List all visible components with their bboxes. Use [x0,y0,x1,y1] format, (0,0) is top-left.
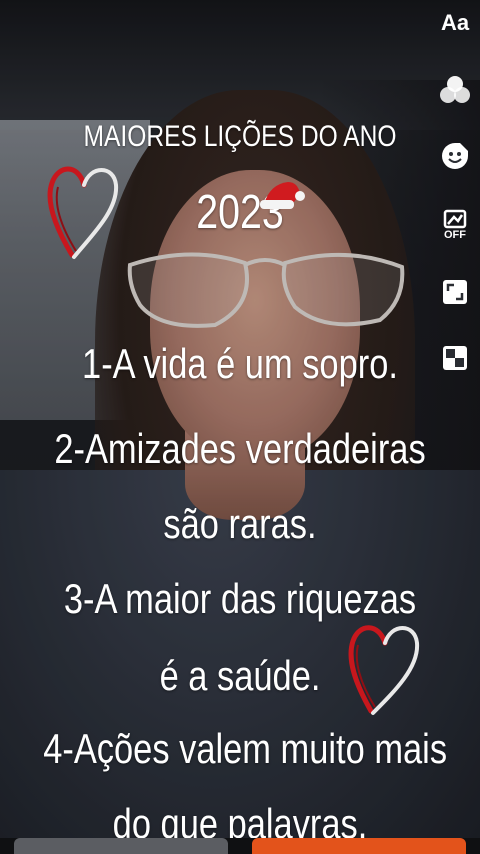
text-tool-label: Aa [440,10,470,35]
sparkle-icon [443,209,467,229]
filter-button[interactable] [430,72,480,108]
lesson-line[interactable]: 4-Ações valem muito mais [43,725,447,773]
emoji-icon [442,143,468,169]
lesson-line[interactable]: 3-A maior das riquezas [43,575,437,623]
text-tool-button[interactable]: Aa [430,8,480,38]
lesson-line[interactable]: 1-A vida é um sopro. [43,340,437,388]
lesson-line[interactable]: 2-Amizades verdadeiras [43,425,437,473]
secondary-action-button[interactable] [14,838,228,854]
santa-hat-icon[interactable] [258,178,306,214]
crop-button[interactable] [430,276,480,308]
editor-toolbar: Aa OFF [430,0,480,400]
lesson-line[interactable]: são raras. [43,500,437,548]
lesson-line[interactable]: é a saúde. [43,652,437,700]
pattern-button[interactable] [430,342,480,374]
circles-icon [440,76,470,103]
sticker-button[interactable] [430,138,480,174]
crop-icon [443,280,467,304]
checker-icon [443,346,467,370]
story-year[interactable]: 2023 [43,185,437,240]
effect-off-button[interactable]: OFF [430,205,480,245]
effect-off-label: OFF [444,229,466,241]
primary-action-button[interactable] [252,838,466,854]
story-title[interactable]: MAIORES LIÇÕES DO ANO [43,120,437,154]
